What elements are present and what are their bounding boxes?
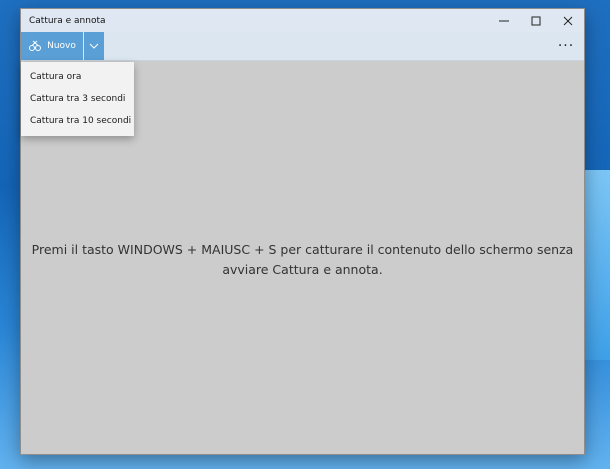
close-icon (563, 16, 573, 25)
close-button[interactable] (552, 9, 584, 32)
toolbar: Nuovo ··· (21, 32, 584, 61)
window-title: Cattura e annota (29, 15, 106, 26)
shortcut-hint: Premi il tasto WINDOWS + MAIUSC + S per … (21, 240, 584, 280)
delay-menu: Cattura ora Cattura tra 3 secondi Cattur… (21, 62, 134, 136)
menu-item-snip-3s[interactable]: Cattura tra 3 secondi (21, 88, 134, 110)
minimize-icon (499, 20, 509, 21)
more-options-button[interactable]: ··· (554, 34, 578, 58)
new-snip-label: Nuovo (47, 41, 76, 51)
menu-item-snip-now[interactable]: Cattura ora (21, 66, 134, 88)
minimize-button[interactable] (488, 9, 520, 32)
new-snip-dropdown-button[interactable] (84, 32, 104, 60)
shortcut-hint-line-2: avviare Cattura e annota. (222, 262, 383, 277)
snip-sketch-window: Cattura e annota Nuovo ··· Premi il tast… (20, 8, 585, 455)
new-snip-button[interactable]: Nuovo (21, 32, 83, 60)
title-bar: Cattura e annota (21, 9, 584, 32)
maximize-icon (531, 16, 541, 25)
maximize-button[interactable] (520, 9, 552, 32)
snip-icon (29, 40, 42, 51)
chevron-down-icon (89, 43, 99, 49)
menu-item-snip-10s[interactable]: Cattura tra 10 secondi (21, 110, 134, 132)
shortcut-hint-line-1: Premi il tasto WINDOWS + MAIUSC + S per … (31, 242, 574, 257)
